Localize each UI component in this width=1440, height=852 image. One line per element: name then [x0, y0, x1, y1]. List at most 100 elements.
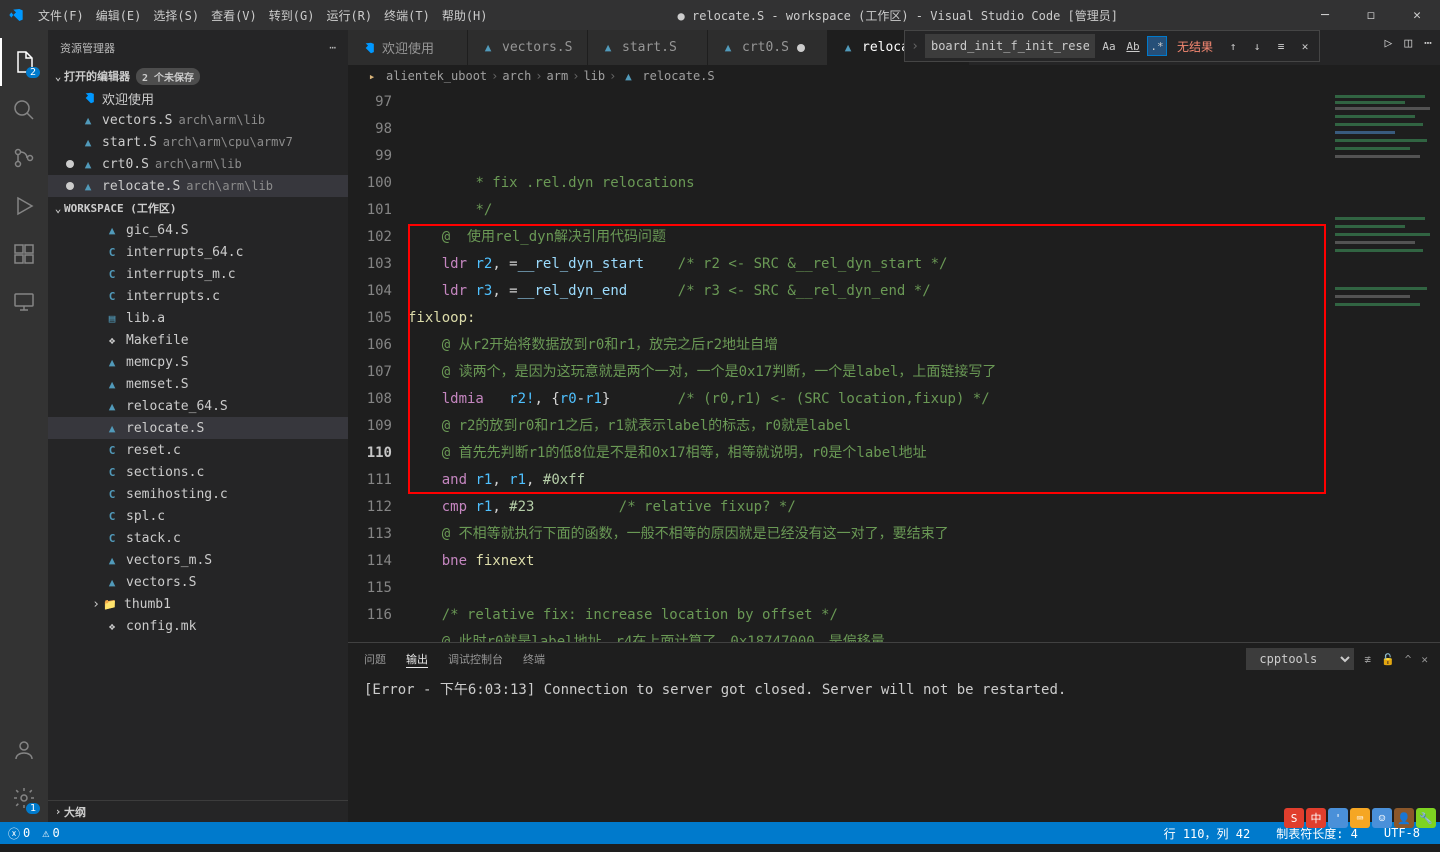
menu-item[interactable]: 查看(V) [205, 0, 263, 30]
find-in-selection-icon[interactable]: ≡ [1271, 36, 1291, 56]
code-line[interactable]: and r1, r1, #0xff [408, 467, 1330, 494]
code-line[interactable]: fixloop: [408, 305, 1330, 332]
minimize-button[interactable]: ─ [1302, 0, 1348, 30]
editor-tab[interactable]: ▲start.S [588, 30, 708, 65]
match-case-icon[interactable]: Aa [1099, 36, 1119, 56]
output-body[interactable]: [Error - 下午6:03:13] Connection to server… [348, 675, 1440, 822]
file-tree-item[interactable]: Cinterrupts_64.c [48, 241, 348, 263]
file-tree-item[interactable]: ▲vectors_m.S [48, 549, 348, 571]
code-line[interactable]: cmp r1, #23 /* relative fixup? */ [408, 494, 1330, 521]
breadcrumb-item[interactable]: lib [583, 69, 605, 83]
file-tree-item[interactable]: ▲memcpy.S [48, 351, 348, 373]
open-editor-item[interactable]: ▲vectors.Sarch\arm\lib [48, 109, 348, 131]
find-expand-icon[interactable]: › [909, 39, 921, 54]
file-tree-item[interactable]: Creset.c [48, 439, 348, 461]
file-tree-item[interactable]: Cinterrupts.c [48, 285, 348, 307]
file-tree-item[interactable]: Cspl.c [48, 505, 348, 527]
code-line[interactable]: ldr r3, =__rel_dyn_end /* r3 <- SRC &__r… [408, 278, 1330, 305]
code-line[interactable]: @ 不相等就执行下面的函数，一般不相等的原因就是已经没有这一对了，要结束了 [408, 521, 1330, 548]
panel-close-icon[interactable]: ✕ [1421, 653, 1428, 666]
file-tree-item[interactable]: ›📁thumb1 [48, 593, 348, 615]
menu-item[interactable]: 文件(F) [32, 0, 90, 30]
tray-keyboard-icon[interactable]: ⌨ [1350, 808, 1370, 828]
breadcrumb-item[interactable]: alientek_uboot [386, 69, 487, 83]
tray-ime-icon[interactable]: S [1284, 808, 1304, 828]
editor-tab[interactable]: ▲crt0.S [708, 30, 828, 65]
code-line[interactable]: /* relative fix: increase location by of… [408, 602, 1330, 629]
code-line[interactable]: @ 此时r0就是label地址，r4在上面计算了，0x18747000，是偏移量 [408, 629, 1330, 642]
code-line[interactable]: ldmia r2!, {r0-r1} /* (r0,r1) <- (SRC lo… [408, 386, 1330, 413]
code-editor[interactable]: * fix .rel.dyn relocations */ @ 使用rel_dy… [408, 87, 1330, 642]
run-icon[interactable]: ▷ [1385, 36, 1393, 51]
menu-item[interactable]: 运行(R) [320, 0, 378, 30]
next-match-icon[interactable]: ↓ [1247, 36, 1267, 56]
menu-item[interactable]: 终端(T) [378, 0, 436, 30]
breadcrumb[interactable]: ▸alientek_uboot›arch›arm›lib›▲relocate.S [348, 65, 1440, 87]
code-line[interactable]: ldr r2, =__rel_dyn_start /* r2 <- SRC &_… [408, 251, 1330, 278]
status-warnings[interactable]: ⚠ 0 [42, 826, 59, 840]
editor-tab[interactable]: ▲vectors.S [468, 30, 588, 65]
tray-user-icon[interactable]: 👤 [1394, 808, 1414, 828]
file-tree-item[interactable]: ▲relocate_64.S [48, 395, 348, 417]
close-button[interactable]: ✕ [1394, 0, 1440, 30]
code-line[interactable]: * fix .rel.dyn relocations [408, 170, 1330, 197]
tray-emoji-icon[interactable]: ☺ [1372, 808, 1392, 828]
code-line[interactable]: @ r2的放到r0和r1之后，r1就表示label的标志，r0就是label [408, 413, 1330, 440]
match-word-icon[interactable]: Ab [1123, 36, 1143, 56]
file-tree-item[interactable]: Csemihosting.c [48, 483, 348, 505]
find-input[interactable] [925, 34, 1095, 58]
status-errors[interactable]: ⓧ 0 [8, 825, 30, 842]
breadcrumb-item[interactable]: arch [502, 69, 531, 83]
tray-tool-icon[interactable]: 🔧 [1416, 808, 1436, 828]
explorer-icon[interactable]: 2 [0, 38, 48, 86]
file-tree-item[interactable]: ▲memset.S [48, 373, 348, 395]
source-control-icon[interactable] [0, 134, 48, 182]
outline-header[interactable]: › 大纲 [48, 800, 348, 822]
minimap[interactable] [1330, 87, 1440, 642]
code-line[interactable]: bne fixnext [408, 548, 1330, 575]
open-editors-header[interactable]: ⌄ 打开的编辑器 2 个未保存 [48, 65, 348, 87]
file-tree-item[interactable]: Cinterrupts_m.c [48, 263, 348, 285]
code-line[interactable]: */ [408, 197, 1330, 224]
menu-item[interactable]: 帮助(H) [436, 0, 494, 30]
code-line[interactable]: @ 使用rel_dyn解决引用代码问题 [408, 224, 1330, 251]
split-editor-icon[interactable]: ◫ [1404, 36, 1412, 51]
open-editor-item[interactable]: ▲relocate.Sarch\arm\lib [48, 175, 348, 197]
settings-gear-icon[interactable]: 1 [0, 774, 48, 822]
code-line[interactable] [408, 575, 1330, 602]
lock-scroll-icon[interactable]: 🔓 [1381, 653, 1395, 666]
file-tree-item[interactable]: ▤lib.a [48, 307, 348, 329]
tray-punct-icon[interactable]: ' [1328, 808, 1348, 828]
workspace-header[interactable]: ⌄ WORKSPACE (工作区) [48, 197, 348, 219]
panel-tab[interactable]: 调试控制台 [448, 651, 503, 667]
file-tree-item[interactable]: ❖config.mk [48, 615, 348, 637]
open-editor-item[interactable]: ▲start.Sarch\arm\cpu\armv7 [48, 131, 348, 153]
file-tree-item[interactable]: ▲relocate.S [48, 417, 348, 439]
panel-tab[interactable]: 输出 [406, 651, 428, 668]
menu-item[interactable]: 转到(G) [263, 0, 321, 30]
breadcrumb-item[interactable]: arm [547, 69, 569, 83]
code-line[interactable]: @ 首先先判断r1的低8位是不是和0x17相等，相等就说明，r0是个label地… [408, 440, 1330, 467]
editor-tab[interactable]: 欢迎使用 [348, 30, 468, 65]
breadcrumb-item[interactable]: relocate.S [642, 69, 714, 83]
status-cursor[interactable]: 行 110，列 42 [1164, 825, 1251, 842]
menu-item[interactable]: 编辑(E) [90, 0, 148, 30]
maximize-button[interactable]: ◻ [1348, 0, 1394, 30]
open-editor-item[interactable]: 欢迎使用 [48, 87, 348, 109]
panel-maximize-icon[interactable]: ^ [1405, 653, 1412, 666]
more-icon[interactable]: ⋯ [329, 41, 336, 54]
extensions-icon[interactable] [0, 230, 48, 278]
prev-match-icon[interactable]: ↑ [1223, 36, 1243, 56]
account-icon[interactable] [0, 726, 48, 774]
file-tree-item[interactable]: ▲vectors.S [48, 571, 348, 593]
file-tree-item[interactable]: Cstack.c [48, 527, 348, 549]
tray-lang-icon[interactable]: 中 [1306, 808, 1326, 828]
more-icon[interactable]: ⋯ [1424, 36, 1432, 51]
run-debug-icon[interactable] [0, 182, 48, 230]
file-tree-item[interactable]: ❖Makefile [48, 329, 348, 351]
remote-icon[interactable] [0, 278, 48, 326]
close-find-icon[interactable]: ✕ [1295, 36, 1315, 56]
file-tree-item[interactable]: ▲gic_64.S [48, 219, 348, 241]
panel-tab[interactable]: 终端 [523, 651, 545, 667]
open-editor-item[interactable]: ▲crt0.Sarch\arm\lib [48, 153, 348, 175]
